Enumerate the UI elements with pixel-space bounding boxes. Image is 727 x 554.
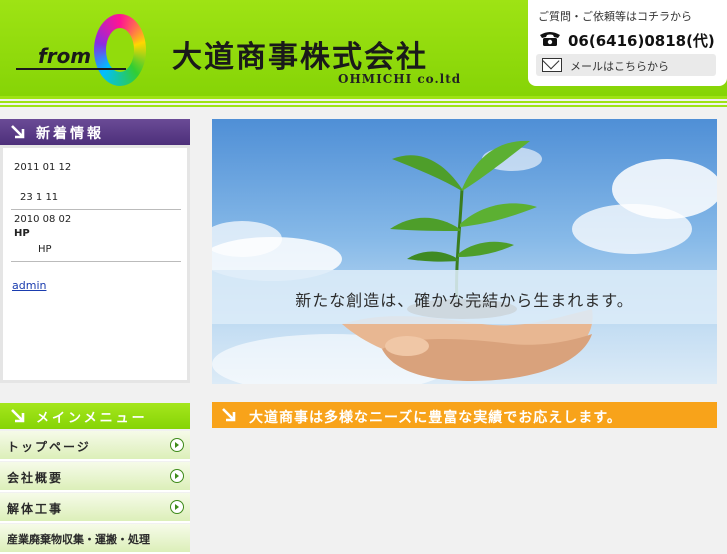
header-stripe-1	[0, 96, 727, 99]
menu-item-demolition[interactable]: 解体工事	[0, 493, 190, 523]
tagline-text: 大道商事は多様なニーズに豊富な実績でお応えします。	[249, 410, 622, 426]
company-name: 大道商事株式会社	[172, 40, 428, 75]
phone-number[interactable]: 06(6416)0818(代)	[568, 30, 715, 51]
logo-from-text: from	[38, 44, 92, 68]
logo-ring-graphic	[94, 14, 146, 86]
chevron-right-icon	[170, 469, 184, 483]
mail-button-label: メールはこちらから	[570, 60, 669, 73]
news-panel: 2011 01 12 23 1 11 2010 08 02 HP HP admi…	[0, 145, 190, 383]
phone-icon	[540, 32, 560, 46]
news-divider	[11, 209, 181, 210]
header-stripe-3	[0, 105, 727, 107]
news-divider	[11, 261, 181, 262]
hero-caption: 新たな創造は、確かな完結から生まれます。	[295, 291, 634, 310]
contact-prompt: ご質問・ご依頼等はコチラから	[538, 10, 692, 23]
menu-item-label: トップページ	[7, 440, 91, 454]
hero-image: 新たな創造は、確かな完結から生まれます。	[212, 119, 717, 384]
company-logo[interactable]: from	[8, 6, 158, 90]
menu-item-waste[interactable]: 産業廃棄物収集・運搬・処理	[0, 524, 190, 554]
news-header: 新着情報	[0, 119, 190, 145]
menu-item-company[interactable]: 会社概要	[0, 462, 190, 492]
news-date: 2011 01 12	[14, 162, 72, 173]
menu-header: メインメニュー	[0, 403, 190, 429]
news-line: HP	[14, 228, 30, 239]
news-line: HP	[38, 244, 52, 255]
menu-item-top[interactable]: トップページ	[0, 431, 190, 461]
news-date: 2010 08 02	[14, 214, 72, 225]
arrow-down-right-icon	[11, 409, 25, 423]
tagline-bar: 大道商事は多様なニーズに豊富な実績でお応えします。	[212, 402, 717, 428]
chevron-right-icon	[170, 500, 184, 514]
menu-item-label: 会社概要	[7, 471, 64, 485]
chevron-right-icon	[170, 438, 184, 452]
news-title: 新着情報	[36, 126, 104, 142]
arrow-down-right-icon	[222, 408, 236, 422]
site-header: from 大道商事株式会社 OHMICHI co.ltd ご質問・ご依頼等はコチ…	[0, 0, 727, 96]
mail-button[interactable]: メールはこちらから	[536, 54, 716, 76]
menu-title: メインメニュー	[36, 411, 148, 426]
menu-item-label: 解体工事	[7, 502, 64, 516]
news-line: 23 1 11	[20, 192, 59, 203]
logo-underline	[16, 68, 126, 70]
admin-link[interactable]: admin	[12, 279, 46, 292]
mail-icon	[542, 58, 562, 72]
company-english-name: OHMICHI co.ltd	[338, 72, 462, 86]
header-stripe-2	[0, 101, 727, 103]
arrow-down-right-icon	[11, 125, 25, 139]
hero-illustration	[212, 140, 717, 384]
contact-box: ご質問・ご依頼等はコチラから 06(6416)0818(代) メールはこちらから	[528, 0, 727, 86]
